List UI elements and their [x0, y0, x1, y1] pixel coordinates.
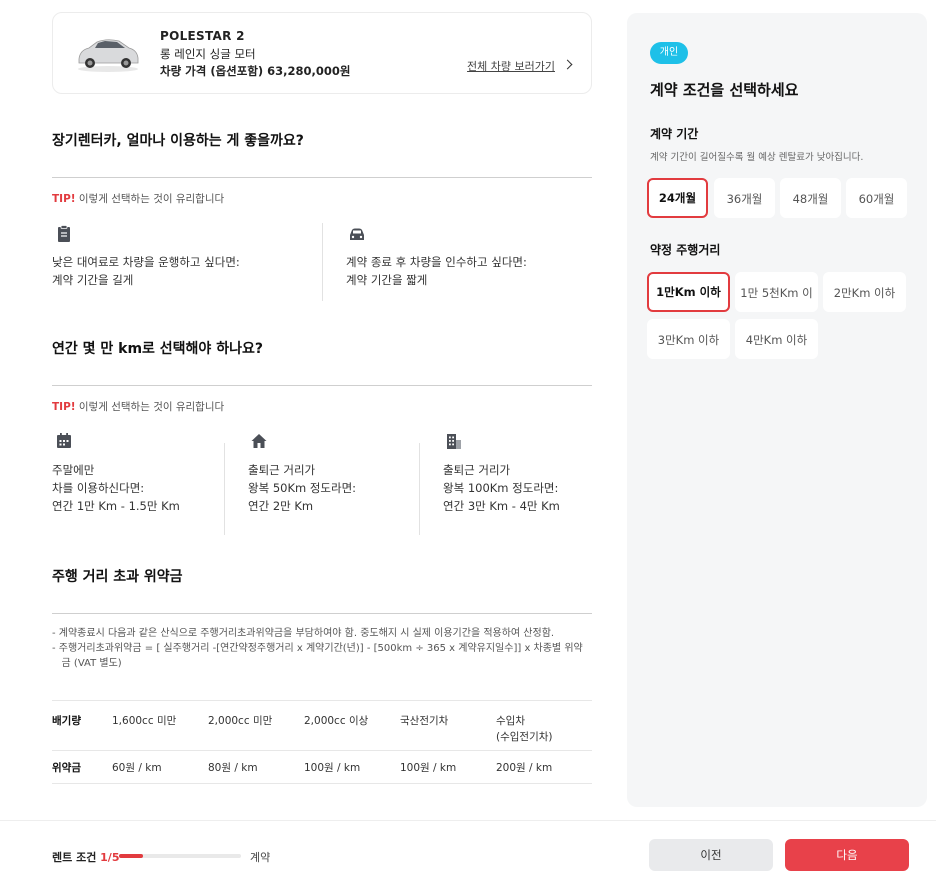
table-cell: 100원 / km [304, 762, 361, 774]
guide-text-acquire: 계약 종료 후 차량을 인수하고 싶다면: 계약 기간을 짧게 [346, 255, 527, 287]
mileage-option-30k[interactable]: 3만Km 이하 [647, 319, 730, 359]
chevron-right-icon[interactable] [562, 59, 573, 70]
period-option-60[interactable]: 60개월 [846, 178, 907, 218]
table-cell: 2,000cc 미만 [208, 715, 273, 727]
period-option-48[interactable]: 48개월 [780, 178, 841, 218]
mileage-label: 약정 주행거리 [650, 243, 721, 257]
mileage-guide-title: 연간 몇 만 km로 선택해야 하나요? [52, 341, 263, 357]
table-cell: 60원 / km [112, 762, 162, 774]
guide-text-100km: 출퇴근 거리가 왕복 100Km 정도라면: 연간 3만 Km - 4만 Km [443, 463, 560, 513]
car-price: 차량 가격 (옵션포함) 63,280,000원 [160, 64, 351, 78]
tip-label: TIP! [52, 193, 76, 205]
divider [52, 385, 592, 386]
car-icon [350, 228, 364, 240]
table-cell: 200원 / km [496, 762, 553, 774]
guide-text-50km: 출퇴근 거리가 왕복 50Km 정도라면: 연간 2만 Km [248, 463, 357, 513]
building-icon [447, 434, 461, 449]
tip-label: TIP! [52, 401, 76, 413]
progress-label-text: 렌트 조건 [52, 851, 97, 864]
panel-title: 계약 조건을 선택하세요 [650, 81, 799, 99]
view-all-cars-link[interactable]: 전체 차량 보러가기 [467, 58, 555, 74]
period-option-24[interactable]: 24개월 [647, 178, 708, 218]
penalty-title: 주행 거리 초과 위약금 [52, 569, 183, 585]
car-trim: 롱 레인지 싱글 모터 [160, 47, 256, 61]
divider [224, 443, 225, 535]
footer-bar: 렌트 조건 1/5 계약 이전 다음 [0, 820, 936, 876]
table-header: 위약금 [52, 762, 81, 774]
progress-bar-fill [119, 854, 144, 858]
progress-end-label: 계약 [250, 851, 271, 864]
table-row: 배기량 1,600cc 미만 2,000cc 미만 2,000cc 이상 국산전… [52, 700, 592, 750]
prev-button[interactable]: 이전 [649, 839, 773, 871]
tip-message: 이렇게 선택하는 것이 유리합니다 [75, 193, 225, 205]
tip-text: TIP! 이렇게 선택하는 것이 유리합니다 [52, 191, 224, 206]
period-help-text: 계약 기간이 길어질수록 월 예상 렌탈료가 낮아집니다. [650, 152, 864, 163]
divider [322, 223, 323, 301]
progress-step: 1/5 [100, 851, 120, 864]
car-model-name: POLESTAR 2 [160, 29, 245, 43]
guide-text-weekend: 주말에만 차를 이용하신다면: 연간 1만 Km - 1.5만 Km [52, 463, 180, 513]
progress-bar [119, 854, 241, 858]
tip-message: 이렇게 선택하는 것이 유리합니다 [75, 401, 225, 413]
car-image [78, 39, 139, 72]
next-button[interactable]: 다음 [785, 839, 909, 871]
table-row: 위약금 60원 / km 80원 / km 100원 / km 100원 / k… [52, 750, 592, 784]
table-header: 배기량 [52, 715, 81, 727]
penalty-table: 배기량 1,600cc 미만 2,000cc 미만 2,000cc 이상 국산전… [52, 700, 592, 784]
table-cell: 2,000cc 이상 [304, 715, 369, 727]
mileage-option-40k[interactable]: 4만Km 이하 [735, 319, 818, 359]
customer-type-badge: 개인 [650, 42, 688, 64]
contract-period-guide-title: 장기렌터카, 얼마나 이용하는 게 좋을까요? [52, 133, 304, 149]
left-content: POLESTAR 2 롱 레인지 싱글 모터 차량 가격 (옵션포함) 63,2… [52, 12, 592, 784]
table-cell: 100원 / km [400, 762, 457, 774]
penalty-note-3: 금 (VAT 별도) [52, 658, 122, 669]
mileage-option-15k[interactable]: 1만 5천Km 이하 [735, 272, 818, 340]
divider [419, 443, 420, 535]
mileage-option-20k[interactable]: 2만Km 이하 [823, 272, 906, 312]
tip-text: TIP! 이렇게 선택하는 것이 유리합니다 [52, 399, 224, 414]
divider [52, 177, 592, 178]
calendar-icon [57, 433, 71, 448]
period-option-36[interactable]: 36개월 [714, 178, 775, 218]
house-icon [251, 434, 267, 448]
guide-text-long-term: 낮은 대여료로 차량을 운행하고 싶다면: 계약 기간을 길게 [52, 255, 240, 287]
table-cell: 80원 / km [208, 762, 258, 774]
progress-label: 렌트 조건 1/5 [52, 849, 119, 865]
table-cell: 수입차 (수입전기차) [496, 715, 553, 743]
penalty-note-1: - 계약종료시 다음과 같은 산식으로 주행거리초과위약금을 부담하여야 함. … [52, 628, 555, 639]
period-label: 계약 기간 [650, 127, 699, 141]
penalty-note-2: - 주행거리초과위약금 = [ 실주행거리 -[연간약정주행거리 x 계약기간(… [52, 643, 583, 654]
document-icon [58, 225, 70, 242]
table-cell: 1,600cc 미만 [112, 715, 177, 727]
contract-options-panel: 개인 계약 조건을 선택하세요 계약 기간 계약 기간이 길어질수록 월 예상 … [627, 13, 927, 807]
table-cell: 국산전기차 [400, 715, 449, 727]
mileage-option-10k[interactable]: 1만Km 이하 [647, 272, 730, 312]
divider [52, 613, 592, 614]
car-summary-card: POLESTAR 2 롱 레인지 싱글 모터 차량 가격 (옵션포함) 63,2… [52, 12, 592, 94]
